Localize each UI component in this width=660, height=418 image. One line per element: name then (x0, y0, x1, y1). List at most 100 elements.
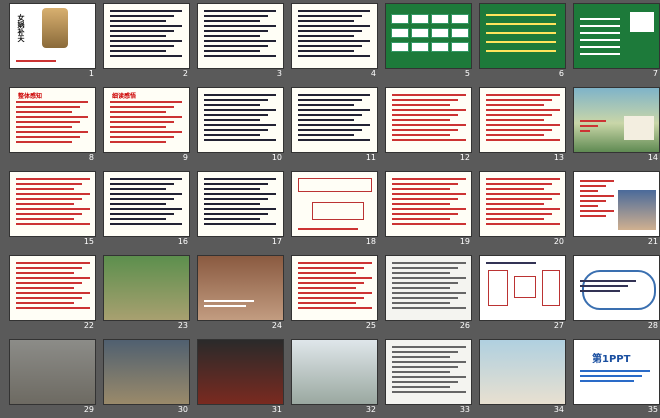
slide-thumbnail-35[interactable]: 第1PPT 35 (570, 338, 660, 418)
text-line (298, 287, 356, 289)
slide-preview[interactable] (574, 88, 659, 152)
slide-thumbnail-7[interactable]: 7 (570, 2, 660, 82)
slide-thumbnail-13[interactable]: 13 (476, 86, 570, 166)
text-line (580, 185, 606, 187)
slide-thumbnail-25[interactable]: 25 (288, 254, 382, 334)
slide-preview[interactable] (574, 172, 659, 236)
slide-preview[interactable] (198, 340, 283, 404)
text-line (298, 134, 354, 136)
slide-preview[interactable] (104, 340, 189, 404)
slide-thumbnail-11[interactable]: 11 (288, 86, 382, 166)
slide-thumbnail-30[interactable]: 30 (100, 338, 194, 418)
slide-preview[interactable] (104, 4, 189, 68)
slide-thumbnail-10[interactable]: 10 (194, 86, 288, 166)
slide-number: 26 (459, 321, 470, 330)
slide-preview[interactable] (574, 256, 659, 320)
slide-thumbnail-29[interactable]: 29 (6, 338, 100, 418)
slide-thumbnail-14[interactable]: 14 (570, 86, 660, 166)
slide-thumbnail-32[interactable]: 32 (288, 338, 382, 418)
slide-preview[interactable] (292, 88, 377, 152)
slide-number: 11 (365, 153, 376, 162)
slide-preview[interactable] (386, 256, 471, 320)
slide-preview[interactable] (386, 340, 471, 404)
text-line (110, 40, 182, 42)
text-line (110, 50, 166, 52)
slide-preview[interactable] (292, 172, 377, 236)
text-line (486, 134, 544, 136)
text-line (110, 223, 182, 225)
slide-preview[interactable] (386, 4, 471, 68)
slide-thumbnail-2[interactable]: 2 (100, 2, 194, 82)
slide-thumbnail-8[interactable]: 整体感知 8 (6, 86, 100, 166)
slide-thumbnail-6[interactable]: 6 (476, 2, 570, 82)
slide-preview[interactable] (480, 4, 565, 68)
text-line (298, 124, 370, 126)
slide-preview[interactable]: 女娲补天 (10, 4, 95, 68)
slide-thumbnail-5[interactable]: 5 (382, 2, 476, 82)
slide-thumbnail-17[interactable]: 17 (194, 170, 288, 250)
slide-thumbnail-3[interactable]: 3 (194, 2, 288, 82)
slide-preview[interactable] (386, 172, 471, 236)
slide-number: 25 (365, 321, 376, 330)
slide-preview[interactable]: 细读感悟 (104, 88, 189, 152)
slide-preview[interactable] (480, 256, 565, 320)
slide-thumbnail-16[interactable]: 16 (100, 170, 194, 250)
slide-thumbnail-34[interactable]: 34 (476, 338, 570, 418)
text-line (580, 370, 650, 372)
slide-preview[interactable] (574, 4, 659, 68)
slide-preview[interactable] (480, 88, 565, 152)
text-line (486, 208, 560, 210)
text-line (580, 195, 614, 197)
slide-thumbnail-31[interactable]: 31 (194, 338, 288, 418)
slide-thumbnail-21[interactable]: 21 (570, 170, 660, 250)
slide-thumbnail-23[interactable]: 23 (100, 254, 194, 334)
slide-thumbnail-12[interactable]: 12 (382, 86, 476, 166)
slide-preview[interactable] (198, 88, 283, 152)
text-line (110, 213, 174, 215)
text-line (298, 10, 370, 12)
slide-number: 13 (553, 153, 564, 162)
slide-preview[interactable] (104, 256, 189, 320)
slide-thumbnail-4[interactable]: 4 (288, 2, 382, 82)
slide-thumbnail-22[interactable]: 22 (6, 254, 100, 334)
word-tile (411, 42, 429, 52)
slide-thumbnail-15[interactable]: 15 (6, 170, 100, 250)
word-tile (391, 28, 409, 38)
slide-preview[interactable] (104, 172, 189, 236)
text-line (486, 198, 552, 200)
slide-thumbnail-1[interactable]: 女娲补天 1 (6, 2, 100, 82)
slide-preview[interactable] (292, 4, 377, 68)
slide-preview[interactable] (480, 340, 565, 404)
slide-preview[interactable]: 整体感知 (10, 88, 95, 152)
slide-preview[interactable] (292, 340, 377, 404)
slide-thumbnail-18[interactable]: 18 (288, 170, 382, 250)
slide-number: 22 (83, 321, 94, 330)
slide-thumbnail-24[interactable]: 24 (194, 254, 288, 334)
slide-preview[interactable] (480, 172, 565, 236)
slide-thumbnail-19[interactable]: 19 (382, 170, 476, 250)
text-line (298, 292, 372, 294)
text-line (486, 41, 556, 43)
slide-thumbnail-9[interactable]: 细读感悟 9 (100, 86, 194, 166)
slide-number: 12 (459, 153, 470, 162)
slide-thumbnail-26[interactable]: 26 (382, 254, 476, 334)
slide-thumbnail-20[interactable]: 20 (476, 170, 570, 250)
slide-preview[interactable] (198, 4, 283, 68)
slide-number: 6 (558, 69, 564, 78)
slide-preview[interactable] (10, 172, 95, 236)
slide-thumbnail-33[interactable]: 33 (382, 338, 476, 418)
text-line (204, 104, 260, 106)
slide-preview[interactable] (198, 172, 283, 236)
slide-preview[interactable] (386, 88, 471, 152)
slide-thumbnail-27[interactable]: 27 (476, 254, 570, 334)
slide-preview[interactable]: 第1PPT (574, 340, 659, 404)
slide-preview[interactable] (10, 256, 95, 320)
slide-preview[interactable] (292, 256, 377, 320)
slide-thumbnail-28[interactable]: 28 (570, 254, 660, 334)
text-line (204, 10, 276, 12)
picture (630, 12, 654, 32)
slide-preview[interactable] (10, 340, 95, 404)
photo (618, 190, 656, 230)
underline (16, 60, 56, 62)
slide-preview[interactable] (198, 256, 283, 320)
